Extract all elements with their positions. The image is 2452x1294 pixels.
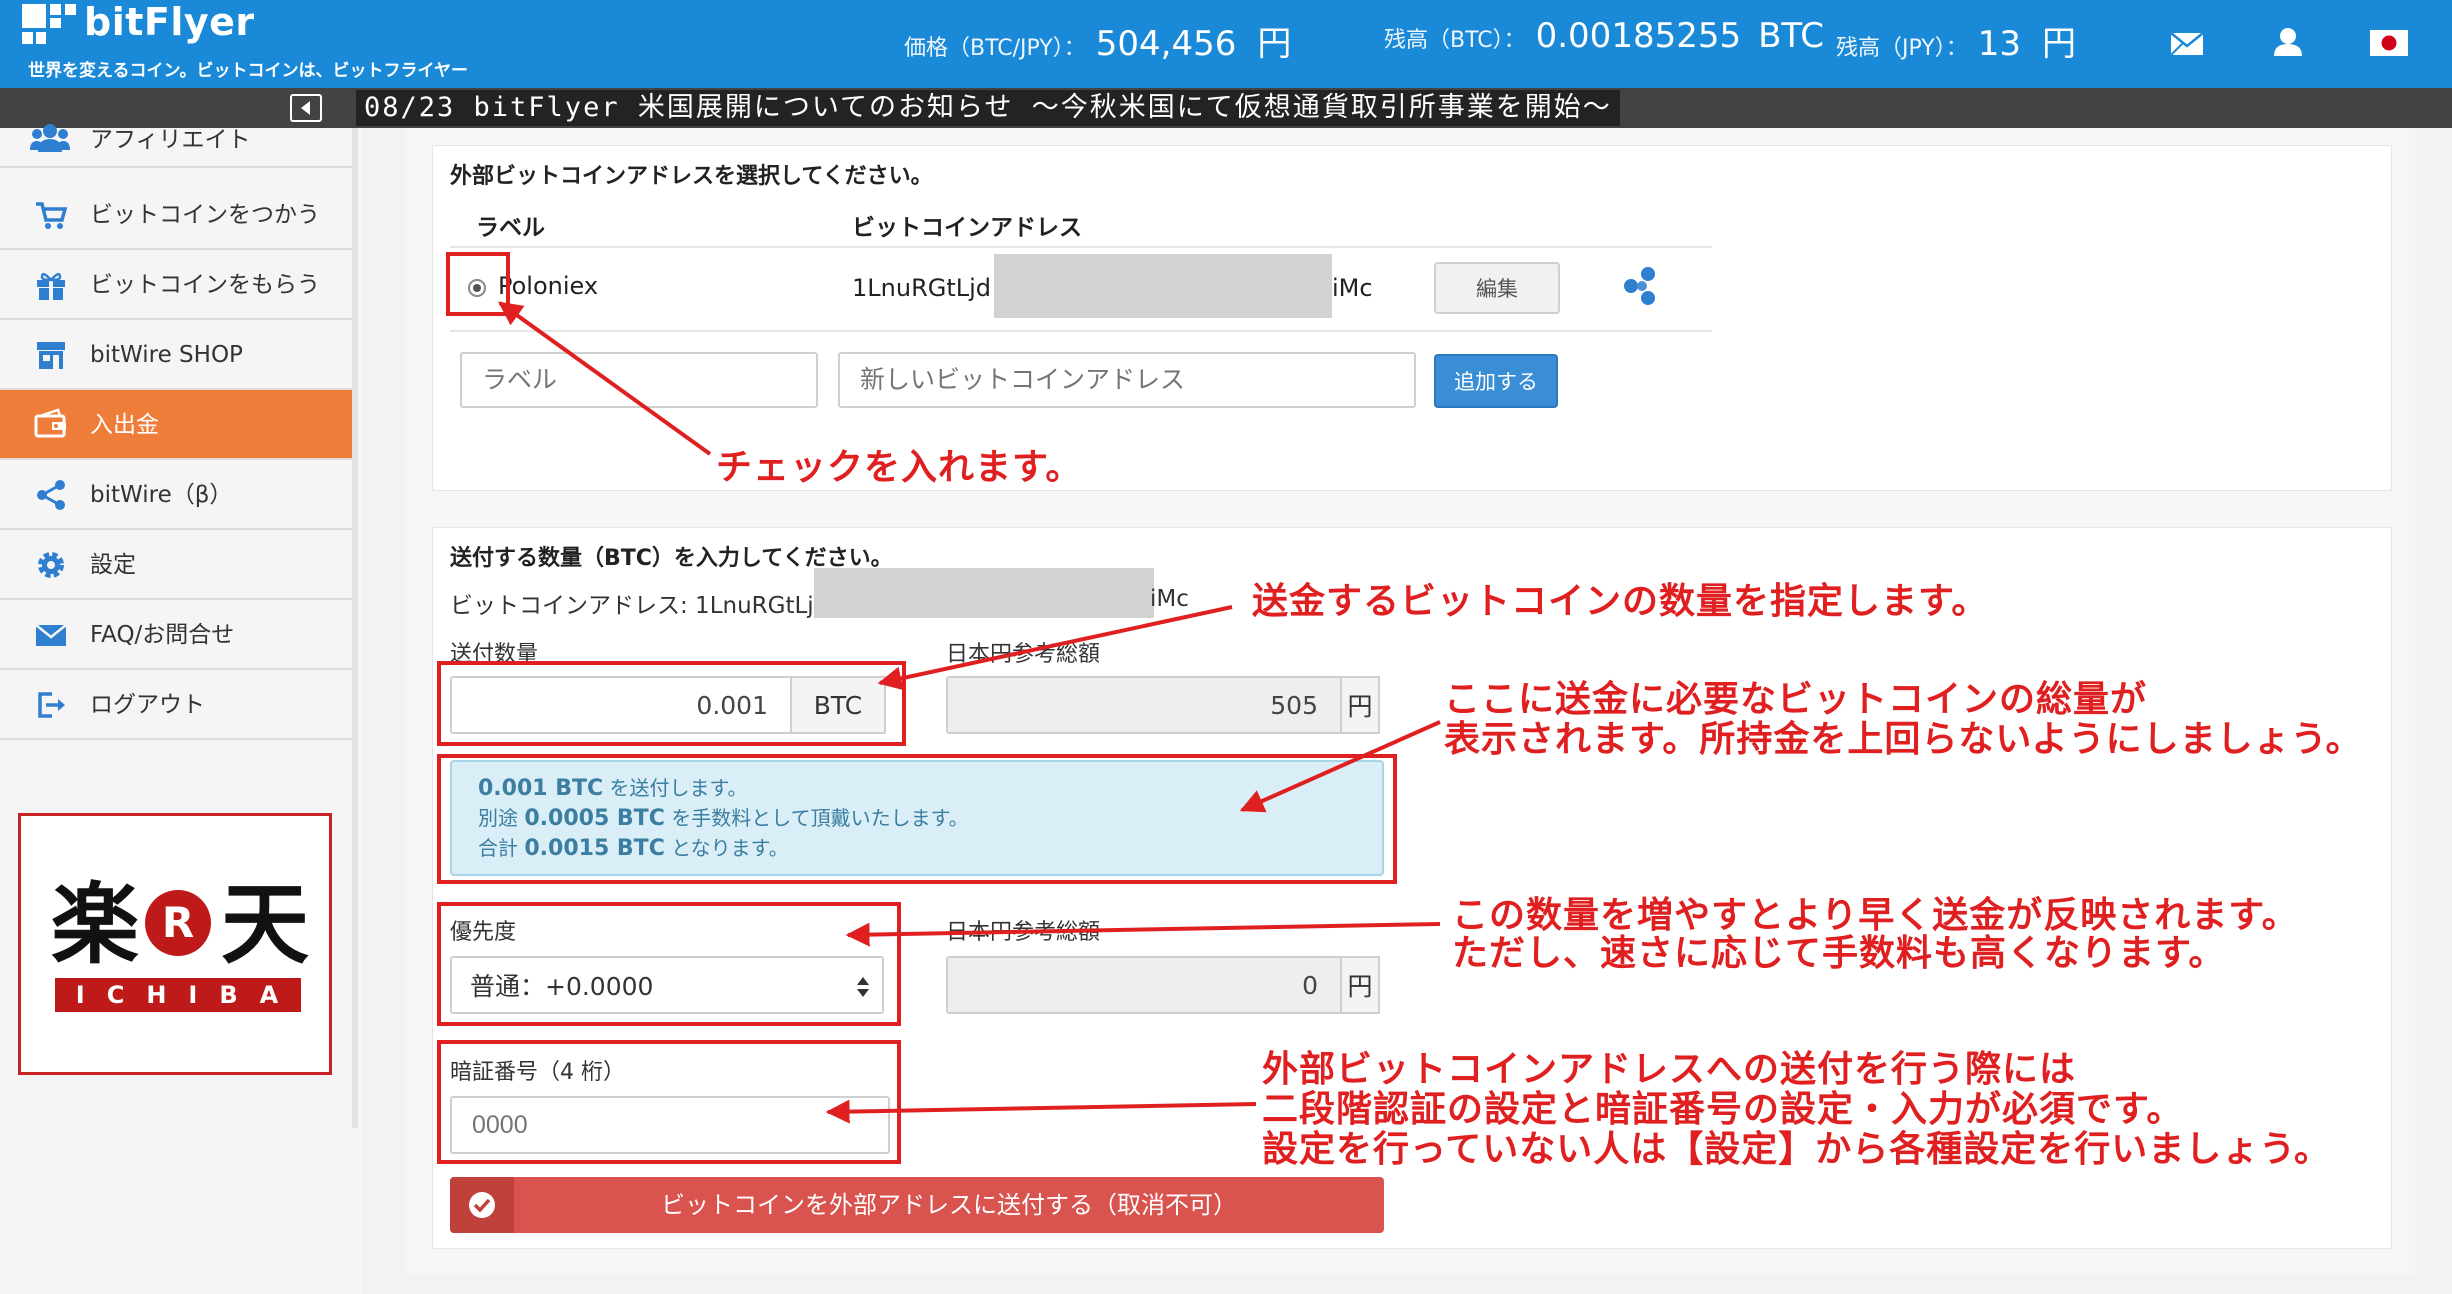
arrow-to-radio (498, 301, 712, 456)
arrow-to-pin (825, 1099, 1257, 1124)
arrow-to-summary (1239, 720, 1441, 813)
annotation-total-line2: 表示されます。所持金を上回らないようにしましょう。 (1444, 719, 2363, 760)
arrow-to-priority (845, 922, 1441, 947)
annotation-pin-line1: 外部ビットコインアドレスへの送付を行う際には (1262, 1049, 2077, 1090)
annotation-amount: 送金するビットコインの数量を指定します。 (1252, 581, 1989, 622)
annotation-check: チェックを入れます。 (716, 447, 1083, 488)
annotation-pin-line3: 設定を行っていない人は【設定】から各種設定を行いましょう。 (1262, 1129, 2332, 1170)
annotation-total-line1: ここに送金に必要なビットコインの総量が (1444, 679, 2148, 720)
annotation-priority-line1: この数量を増やすとより早く送金が反映されます。 (1452, 895, 2299, 936)
annotation-pin-line2: 二段階認証の設定と暗証番号の設定・入力が必須です。 (1262, 1089, 2184, 1130)
arrow-to-amount (877, 605, 1233, 691)
annotation-priority-line2: ただし、速さに応じて手数料も高くなります。 (1452, 933, 2226, 974)
